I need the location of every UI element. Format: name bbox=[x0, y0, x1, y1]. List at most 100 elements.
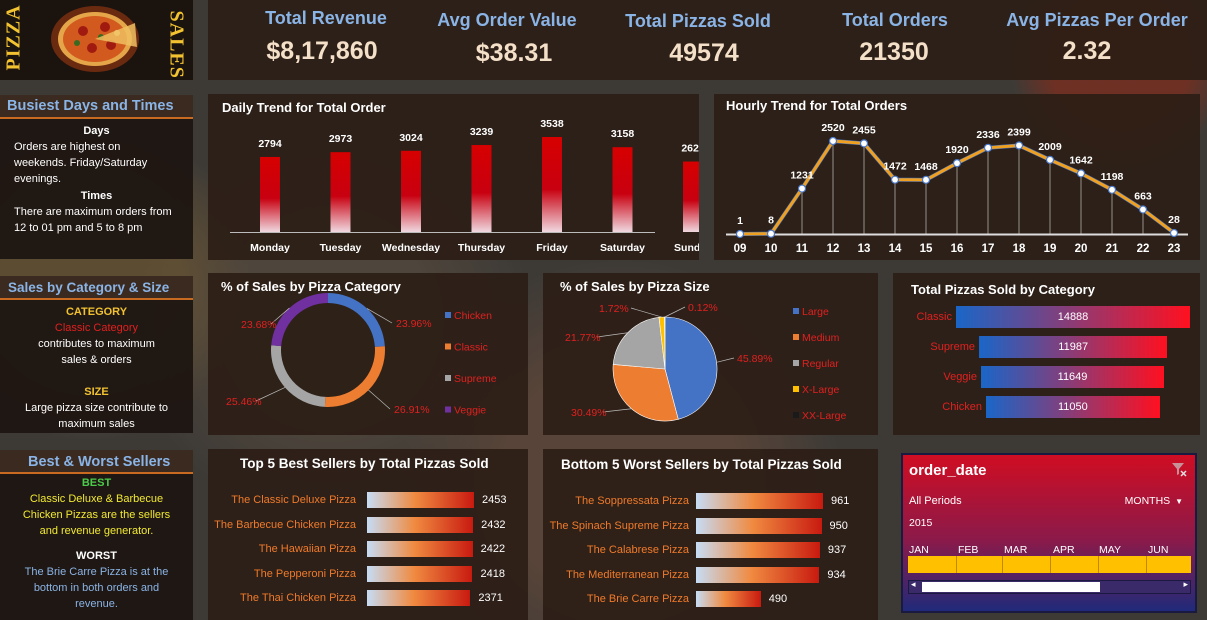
order-date-slicer[interactable]: order_date All Periods MONTHS ▼ 2015 JAN… bbox=[901, 453, 1197, 613]
month-jan[interactable]: JAN bbox=[909, 544, 929, 556]
legend-swatch bbox=[445, 312, 451, 318]
data-point bbox=[983, 143, 993, 152]
data-label: 2336 bbox=[976, 129, 1000, 141]
month-apr[interactable]: APR bbox=[1053, 544, 1075, 556]
top-sellers-bars: The Classic Deluxe Pizza 2453 The Barbecue… bbox=[208, 449, 528, 620]
donut-slice-chicken bbox=[328, 293, 385, 347]
bar-value-label: 3538 bbox=[540, 118, 564, 130]
category-header: Sales by Category & Size bbox=[0, 276, 193, 300]
bar-value-label: 2624 bbox=[681, 143, 699, 155]
x-tick-label: 22 bbox=[1137, 243, 1150, 255]
logo-left-text: PIZZA bbox=[2, 4, 25, 71]
seller-value: 490 bbox=[768, 593, 788, 605]
donut-slice-classic bbox=[324, 346, 385, 407]
size-text: Large pizza size contribute to maximum s… bbox=[24, 402, 169, 430]
x-tick-label: 14 bbox=[889, 243, 902, 255]
data-label: 1920 bbox=[945, 144, 969, 156]
leader-line bbox=[602, 408, 632, 413]
data-point bbox=[1076, 169, 1086, 178]
legend-label: Regular bbox=[802, 358, 839, 370]
kpi-avg-pizzas-value: 2.32 bbox=[1062, 37, 1112, 65]
timeline-divider bbox=[1002, 556, 1003, 573]
category-text: contributes to maximum sales & orders bbox=[38, 338, 155, 366]
month-jun[interactable]: JUN bbox=[1148, 544, 1168, 556]
category-pie-panel: % of Sales by Pizza Category 23.96% 26.91… bbox=[208, 273, 528, 435]
timeline-selection-bar[interactable] bbox=[908, 556, 1191, 573]
category-highlight: Classic Category bbox=[54, 322, 139, 334]
kpi-total-revenue-label: Total Revenue bbox=[265, 8, 387, 28]
category-title: Sales by Category & Size bbox=[8, 280, 170, 295]
kpi-total-pizzas-value: 49574 bbox=[669, 39, 739, 67]
seller-name: The Brie Carre Pizza bbox=[586, 593, 689, 605]
data-label: 1472 bbox=[883, 161, 907, 173]
legend-label: XX-Large bbox=[802, 410, 847, 422]
timeline-divider bbox=[956, 556, 957, 573]
logo-panel: PIZZA SALES bbox=[0, 0, 193, 80]
seller-bar bbox=[696, 493, 823, 509]
worst-sellers-bars: The Soppressata Pizza 961 The Spinach Supr… bbox=[543, 449, 878, 620]
bar bbox=[612, 147, 633, 232]
x-tick-label: 15 bbox=[920, 243, 933, 255]
legend-label: Supreme bbox=[454, 373, 497, 385]
seller-bar bbox=[696, 542, 820, 558]
scroll-right-icon[interactable]: ▸ bbox=[1183, 579, 1188, 590]
leader-line bbox=[596, 332, 628, 338]
data-point bbox=[1138, 205, 1148, 214]
seller-bar bbox=[367, 492, 474, 508]
bar bbox=[683, 161, 699, 232]
best-heading: BEST bbox=[81, 477, 112, 489]
kpi-avg-order-value-label: Avg Order Value bbox=[437, 10, 577, 30]
legend-label: X-Large bbox=[802, 384, 840, 396]
month-feb[interactable]: FEB bbox=[958, 544, 978, 556]
legend-label: Classic bbox=[454, 342, 488, 354]
scrollbar-thumb[interactable] bbox=[922, 582, 1100, 592]
slice-label: 25.46% bbox=[226, 396, 262, 408]
x-tick-label: 20 bbox=[1075, 243, 1088, 255]
clear-filter-icon[interactable] bbox=[1171, 461, 1187, 477]
seller-name: The Thai Chicken Pizza bbox=[240, 592, 356, 604]
slicer-level-dropdown[interactable]: MONTHS ▼ bbox=[1125, 495, 1183, 507]
kpi-avg-pizzas-label: Avg Pizzas Per Order bbox=[1006, 10, 1188, 30]
data-point bbox=[1169, 228, 1179, 238]
leader-line bbox=[716, 357, 735, 363]
data-label: 1 bbox=[737, 215, 743, 227]
seller-value: 934 bbox=[827, 568, 846, 581]
kpi-total-revenue-value: $8,17,860 bbox=[266, 37, 378, 65]
x-tick-label: 16 bbox=[951, 243, 964, 255]
category-label: Classic bbox=[916, 311, 952, 323]
kpi-total-orders-label: Total Orders bbox=[842, 10, 948, 30]
x-tick-label: 10 bbox=[765, 243, 778, 255]
data-label: 2455 bbox=[852, 124, 876, 136]
daily-trend-chart: 2794 Monday 2973 Tuesday 3024 Wednesday 3239 Th… bbox=[230, 118, 699, 254]
sellers-title: Best & Worst Sellers bbox=[28, 454, 171, 470]
bar-value-label: 2794 bbox=[258, 138, 282, 150]
month-may[interactable]: MAY bbox=[1099, 544, 1121, 556]
worst-sellers-panel: Bottom 5 Worst Sellers by Total Pizzas S… bbox=[543, 449, 878, 620]
legend-swatch bbox=[445, 406, 451, 413]
seller-name: The Pepperoni Pizza bbox=[253, 567, 356, 580]
data-point bbox=[766, 229, 776, 238]
x-tick-label: 09 bbox=[734, 243, 747, 255]
data-point bbox=[1045, 155, 1055, 164]
kpi-total-pizzas-label: Total Pizzas Sold bbox=[625, 11, 771, 31]
chevron-down-icon: ▼ bbox=[1175, 497, 1183, 506]
seller-value: 961 bbox=[831, 495, 850, 507]
seller-bar bbox=[367, 590, 471, 606]
size-pie-panel: % of Sales by Pizza Size 45.89% 30.49% 21.… bbox=[543, 273, 878, 435]
seller-bar bbox=[696, 591, 761, 607]
timeline-scrollbar[interactable]: ◂ ▸ bbox=[908, 579, 1191, 594]
scroll-left-icon[interactable]: ◂ bbox=[911, 579, 916, 590]
x-tick-label: 18 bbox=[1013, 243, 1026, 255]
data-label: 2399 bbox=[1007, 126, 1031, 138]
data-point bbox=[890, 175, 900, 184]
worst-text: The Brie Carre Pizza is at the bottom in… bbox=[24, 566, 169, 610]
category-bar: 11050 bbox=[986, 396, 1160, 418]
data-point bbox=[921, 175, 931, 184]
category-label: Supreme bbox=[930, 341, 975, 353]
legend-swatch bbox=[793, 386, 799, 392]
category-label: Veggie bbox=[943, 371, 977, 383]
days-text: Orders are highest on weekends. Friday/S… bbox=[14, 141, 148, 185]
days-heading: Days bbox=[83, 125, 110, 137]
leader-line bbox=[664, 306, 686, 318]
month-mar[interactable]: MAR bbox=[1004, 544, 1027, 556]
